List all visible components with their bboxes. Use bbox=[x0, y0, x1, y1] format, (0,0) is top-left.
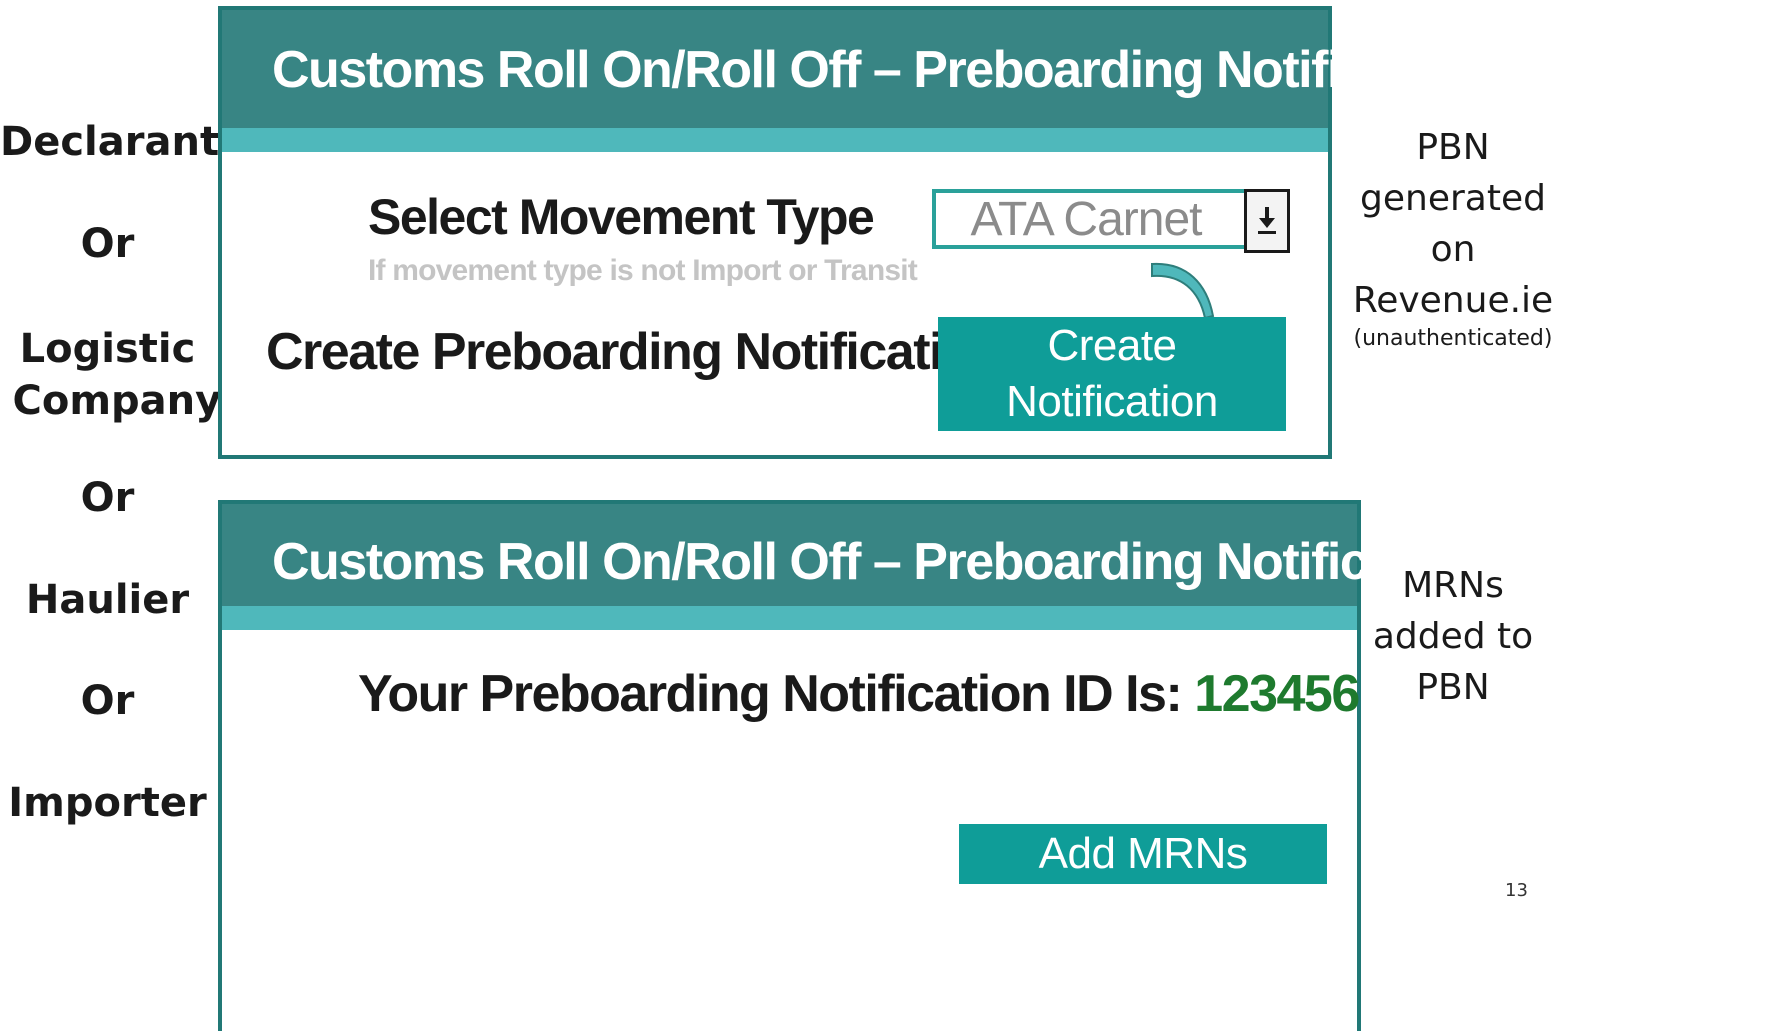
movement-type-select[interactable]: ATA Carnet bbox=[932, 189, 1290, 253]
slide: Declarant Or Logistic Company Or Haulier… bbox=[0, 0, 1781, 1031]
panel-title: Customs Roll On/Roll Off – Preboarding N… bbox=[272, 533, 1485, 591]
create-notification-button-line1: Create bbox=[1047, 321, 1177, 370]
role-haulier: Haulier bbox=[25, 577, 190, 623]
add-mrns-button[interactable]: Add MRNs bbox=[959, 824, 1327, 884]
create-preboarding-label: Create Preboarding Notification bbox=[266, 323, 1004, 381]
movement-type-hint: If movement type is not Import or Transi… bbox=[368, 254, 918, 287]
mrn-note-line2: added to bbox=[1372, 616, 1534, 657]
mrns-added-note: MRNs added to PBN bbox=[1340, 560, 1566, 713]
pbn-generated-note: PBN generated on Revenue.ie (unauthentic… bbox=[1340, 122, 1566, 352]
download-arrow-glyph bbox=[1258, 207, 1276, 234]
page-number: 13 bbox=[1505, 880, 1528, 901]
movement-type-value: ATA Carnet bbox=[970, 192, 1203, 246]
role-or-2: Or bbox=[80, 475, 135, 521]
pbn-note-line5: (unauthenticated) bbox=[1353, 326, 1553, 351]
role-logistic-company: Logistic Company bbox=[0, 323, 222, 427]
role-logistic-company-text: Logistic Company bbox=[12, 326, 222, 424]
panel-accent-strip bbox=[222, 128, 1328, 152]
notification-result-panel: Customs Roll On/Roll Off – Preboarding N… bbox=[218, 500, 1485, 1031]
panel-header: Customs Roll On/Roll Off – Preboarding N… bbox=[222, 10, 1485, 128]
mrn-note-line3: PBN bbox=[1416, 667, 1490, 708]
role-importer: Importer bbox=[8, 780, 207, 826]
pbn-note-line2: generated bbox=[1360, 178, 1546, 219]
select-movement-type-label: Select Movement Type bbox=[368, 189, 875, 245]
create-notification-button[interactable]: Create Notification bbox=[938, 317, 1286, 431]
panel-title: Customs Roll On/Roll Off – Preboarding N… bbox=[272, 41, 1485, 99]
panel-header: Customs Roll On/Roll Off – Preboarding N… bbox=[222, 504, 1485, 606]
role-or-1: Or bbox=[80, 221, 135, 267]
role-declarant: Declarant bbox=[0, 119, 220, 165]
download-arrow-icon[interactable] bbox=[1244, 189, 1290, 253]
pbn-note-line1: PBN bbox=[1416, 127, 1490, 168]
notification-id-line: Your Preboarding Notification ID Is: 123… bbox=[358, 664, 1360, 724]
pbn-note-line4: Revenue.ie bbox=[1352, 280, 1554, 321]
create-notification-panel: Customs Roll On/Roll Off – Preboarding N… bbox=[218, 6, 1485, 459]
notification-id-label: Your Preboarding Notification ID Is: bbox=[358, 665, 1183, 723]
notification-id-value: 123456 bbox=[1194, 665, 1360, 723]
create-notification-button-line2: Notification bbox=[1006, 377, 1218, 426]
panel-accent-strip bbox=[222, 606, 1357, 630]
connector-arrow bbox=[1151, 262, 1215, 320]
mrn-note-line1: MRNs bbox=[1402, 565, 1504, 606]
pbn-note-line3: on bbox=[1430, 229, 1476, 270]
role-or-3: Or bbox=[80, 678, 135, 724]
